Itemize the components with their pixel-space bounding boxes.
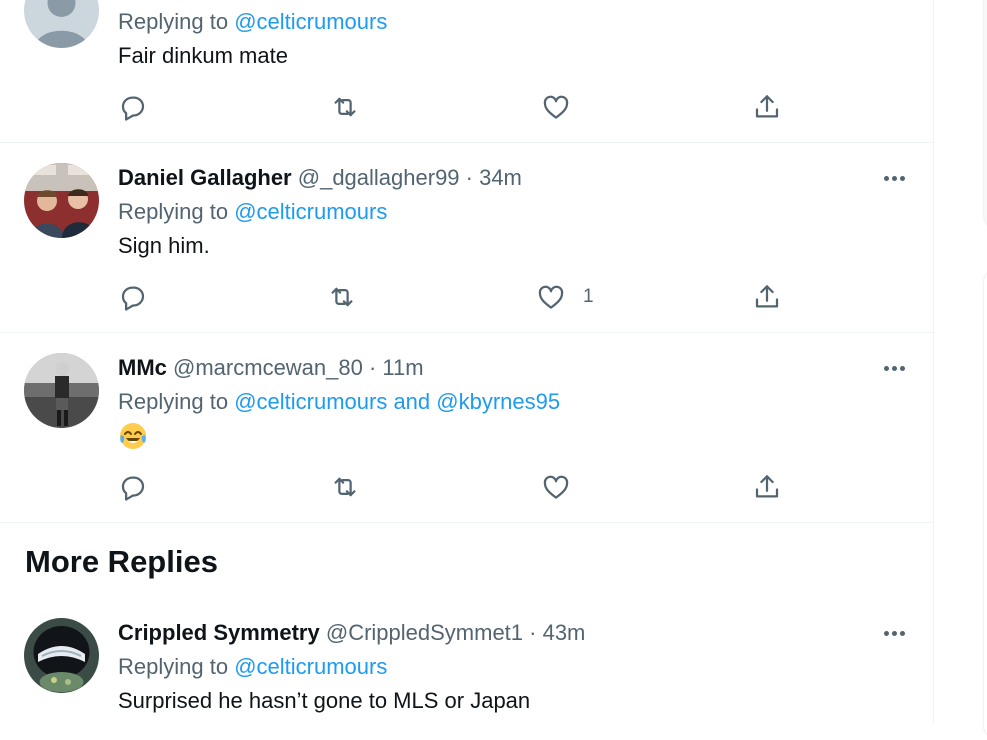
reply-icon (121, 286, 145, 311)
reply-button[interactable] (118, 472, 148, 502)
like-button[interactable] (541, 92, 571, 122)
mention-link[interactable]: @celticrumours (234, 9, 387, 34)
like-count: 1 (583, 286, 594, 307)
tweet-text: Sign him. (118, 233, 210, 258)
tweet-reply[interactable]: Crippled Symmetry @CrippledSymmet1 · 43m… (0, 598, 933, 723)
more-icon (883, 630, 889, 636)
share-icon (755, 285, 779, 308)
share-icon (755, 475, 779, 498)
more-icon-dot (899, 175, 905, 181)
replying-to-label: Replying to (118, 389, 235, 414)
reply-icon (121, 476, 145, 501)
replying-to-line: Replying to @celticrumours (118, 199, 387, 225)
like-icon (543, 475, 569, 499)
conversation-timeline: Replying to @celticrumours Fair dinkum m… (0, 0, 934, 723)
replying-to-label: Replying to (118, 9, 235, 34)
mention-link[interactable]: @celticrumours and @kbyrnes95 (234, 389, 560, 414)
more-icon-dot (899, 630, 905, 636)
more-icon (883, 365, 889, 371)
reply-button[interactable] (118, 92, 148, 122)
reply-icon (121, 96, 145, 121)
more-icon (883, 175, 889, 181)
like-icon (543, 95, 569, 119)
sidebar-card (983, 0, 987, 230)
replying-to-label: Replying to (118, 654, 235, 679)
more-icon-dot (891, 630, 897, 636)
avatar[interactable] (24, 618, 99, 693)
tweet-header: MMc @marcmcewan_80 · 11m (118, 355, 424, 381)
face-with-tears-of-joy-emoji (120, 423, 146, 449)
more-replies-heading: More Replies (25, 544, 218, 579)
share-button[interactable] (752, 92, 782, 122)
tweet-text (118, 421, 148, 451)
more-options-button[interactable] (878, 358, 910, 378)
display-name[interactable]: Daniel Gallagher (118, 165, 292, 190)
share-button[interactable] (752, 472, 782, 502)
divider (0, 522, 933, 523)
handle-and-time[interactable]: @CrippledSymmet1 · 43m (326, 620, 586, 645)
like-button[interactable] (536, 282, 566, 312)
tweet-text: Fair dinkum mate (118, 43, 288, 68)
like-icon (538, 285, 564, 309)
mention-link[interactable]: @celticrumours (234, 199, 387, 224)
avatar-default[interactable] (24, 0, 99, 48)
more-options-button[interactable] (878, 623, 910, 643)
more-icon-dot (891, 365, 897, 371)
tweet-reply[interactable]: Daniel Gallagher @_dgallagher99 · 34m Re… (0, 143, 933, 332)
mention-link[interactable]: @celticrumours (234, 654, 387, 679)
like-button[interactable] (541, 472, 571, 502)
tweet-header: Crippled Symmetry @CrippledSymmet1 · 43m (118, 620, 585, 646)
reply-button[interactable] (118, 282, 148, 312)
retweet-icon (334, 97, 356, 117)
retweet-button[interactable] (330, 92, 360, 122)
retweet-button[interactable] (330, 472, 360, 502)
share-icon (755, 95, 779, 118)
retweet-icon (331, 287, 353, 307)
display-name[interactable]: MMc (118, 355, 167, 380)
more-icon-dot (899, 365, 905, 371)
handle-and-time[interactable]: @marcmcewan_80 · 11m (173, 355, 424, 380)
replying-to-label: Replying to (118, 199, 235, 224)
tweet-text: Surprised he hasn’t gone to MLS or Japan (118, 688, 531, 713)
retweet-button[interactable] (327, 282, 357, 312)
share-button[interactable] (752, 282, 782, 312)
replying-to-line: Replying to @celticrumours and @kbyrnes9… (118, 389, 560, 415)
display-name[interactable]: Crippled Symmetry (118, 620, 320, 645)
replying-to-line: Replying to @celticrumours (118, 654, 387, 680)
handle-and-time[interactable]: @_dgallagher99 · 34m (298, 165, 522, 190)
tweet-reply[interactable]: MMc @marcmcewan_80 · 11m Replying to @ce… (0, 333, 933, 522)
sidebar-card (983, 268, 987, 740)
tweet-reply[interactable]: Replying to @celticrumours Fair dinkum m… (0, 0, 933, 142)
tweet-header: Daniel Gallagher @_dgallagher99 · 34m (118, 165, 522, 191)
avatar[interactable] (24, 353, 99, 428)
retweet-icon (334, 477, 356, 497)
more-options-button[interactable] (878, 168, 910, 188)
avatar[interactable] (24, 163, 99, 238)
more-icon-dot (891, 175, 897, 181)
replying-to-line: Replying to @celticrumours (118, 9, 387, 35)
